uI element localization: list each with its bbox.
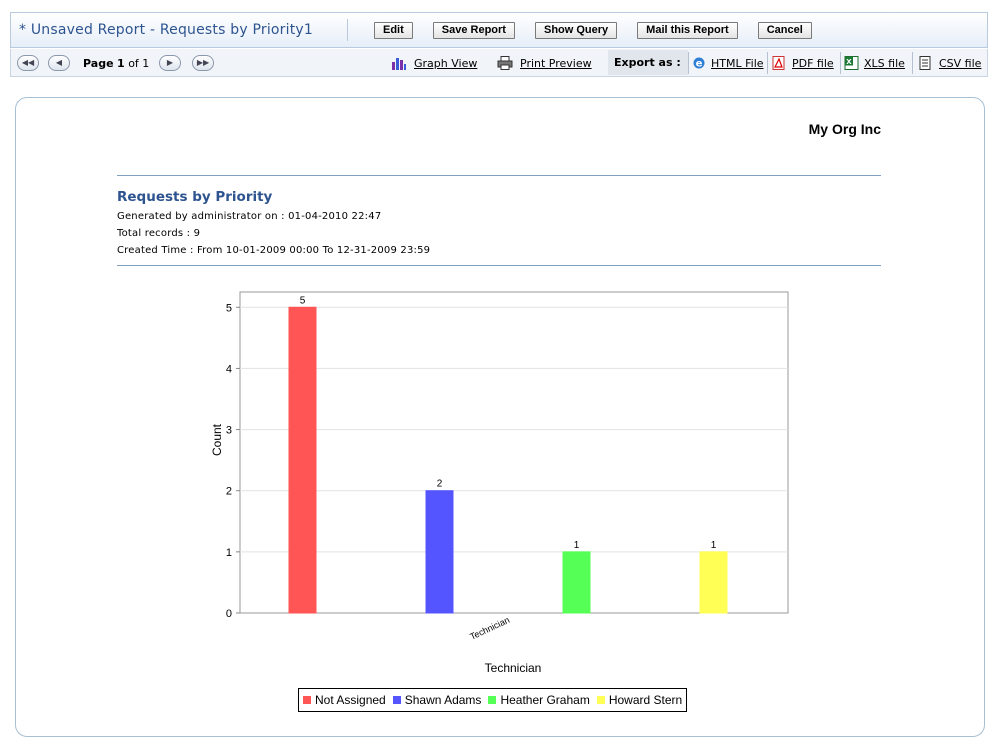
divider	[767, 52, 768, 74]
data-label: 5	[300, 295, 306, 306]
y-tick-label: 3	[226, 425, 232, 437]
bar-not-assigned	[288, 306, 317, 614]
next-page-icon[interactable]: ▶	[159, 55, 181, 71]
total-records: Total records : 9	[117, 228, 201, 239]
data-label: 2	[437, 479, 443, 490]
data-label: 1	[711, 540, 717, 551]
legend-item: Shawn Adams	[392, 693, 482, 707]
y-tick-label: 2	[226, 486, 232, 498]
divider	[912, 52, 913, 74]
internet-explorer-icon: e	[693, 57, 705, 70]
export-xls-link[interactable]: X XLS file	[844, 56, 905, 70]
cancel-button[interactable]: Cancel	[757, 21, 812, 39]
legend-label: Heather Graham	[500, 693, 590, 707]
print-preview-link[interactable]: Print Preview	[497, 56, 592, 70]
organization-name: My Org Inc	[808, 121, 881, 137]
mail-report-button[interactable]: Mail this Report	[637, 21, 738, 39]
bar-howard-stern	[699, 551, 728, 614]
divider	[117, 265, 881, 266]
bar-heather-graham	[562, 551, 591, 614]
save-report-button[interactable]: Save Report	[432, 21, 515, 39]
graph-view-link[interactable]: Graph View	[391, 56, 477, 70]
report-title-bar: * Unsaved Report - Requests by Priority1…	[10, 12, 988, 48]
export-csv-link[interactable]: CSV file	[917, 56, 981, 70]
page-title: * Unsaved Report - Requests by Priority1	[19, 22, 314, 38]
legend-swatch	[488, 696, 497, 704]
export-pdf-link[interactable]: PDF file	[771, 56, 834, 70]
edit-button[interactable]: Edit	[374, 21, 413, 39]
y-axis-title: Count	[210, 423, 224, 456]
page-indicator: Page 1 of 1	[83, 57, 149, 70]
excel-icon: X	[844, 56, 859, 70]
divider	[117, 175, 881, 176]
legend-swatch	[392, 696, 401, 704]
legend-item: Heather Graham	[488, 693, 590, 707]
created-time: Created Time : From 10-01-2009 00:00 To …	[117, 245, 431, 256]
y-tick-label: 4	[226, 363, 232, 375]
csv-file-label: CSV file	[939, 56, 982, 70]
legend-item: Howard Stern	[596, 693, 683, 707]
chart-legend: Not Assigned Shawn Adams Heather Graham How…	[298, 688, 688, 712]
x-category-label: Technician	[468, 615, 511, 642]
pdf-icon	[772, 56, 785, 70]
divider	[347, 19, 348, 41]
print-preview-label: Print Preview	[520, 56, 592, 70]
page-total: of 1	[128, 57, 150, 70]
legend-label: Howard Stern	[608, 693, 683, 707]
export-html-link[interactable]: e HTML File	[691, 56, 764, 70]
html-file-label: HTML File	[711, 56, 764, 70]
y-tick-label: 0	[226, 608, 232, 620]
legend-swatch	[596, 696, 605, 704]
csv-document-icon	[919, 56, 931, 70]
page-label: Page	[83, 57, 114, 70]
show-query-button[interactable]: Show Query	[534, 21, 618, 39]
legend-label: Not Assigned	[315, 693, 386, 707]
svg-text:e: e	[696, 59, 703, 70]
y-tick-label: 5	[226, 302, 232, 314]
export-as-label: Export as :	[608, 50, 688, 75]
report-toolbar: ◀◀ ◀ Page 1 of 1 ▶ ▶▶ Graph View Print P…	[10, 49, 988, 77]
xls-file-label: XLS file	[864, 56, 905, 70]
printer-icon	[497, 56, 513, 70]
bar-chart-icon	[392, 58, 406, 70]
page-current: 1	[117, 57, 125, 70]
graph-view-label: Graph View	[414, 56, 478, 70]
last-page-icon[interactable]: ▶▶	[192, 55, 214, 71]
bar-shawn-adams	[425, 490, 454, 614]
generated-by: Generated by administrator on : 01-04-20…	[117, 211, 382, 222]
pdf-file-label: PDF file	[792, 56, 834, 70]
divider	[840, 52, 841, 74]
legend-swatch	[303, 696, 311, 704]
divider	[688, 52, 689, 74]
legend-label: Shawn Adams	[404, 693, 482, 707]
first-page-icon[interactable]: ◀◀	[17, 55, 39, 71]
report-title: Requests by Priority	[117, 189, 273, 205]
legend-item: Not Assigned	[303, 693, 386, 707]
svg-text:X: X	[846, 58, 852, 66]
y-tick-label: 1	[226, 547, 232, 559]
data-label: 1	[574, 540, 580, 551]
x-axis-title: Technician	[485, 661, 542, 675]
technician-bar-chart: 0 1 2 3 4 5 5 2 1 1 Technician Technician Count	[210, 291, 789, 675]
previous-page-icon[interactable]: ◀	[48, 55, 70, 71]
